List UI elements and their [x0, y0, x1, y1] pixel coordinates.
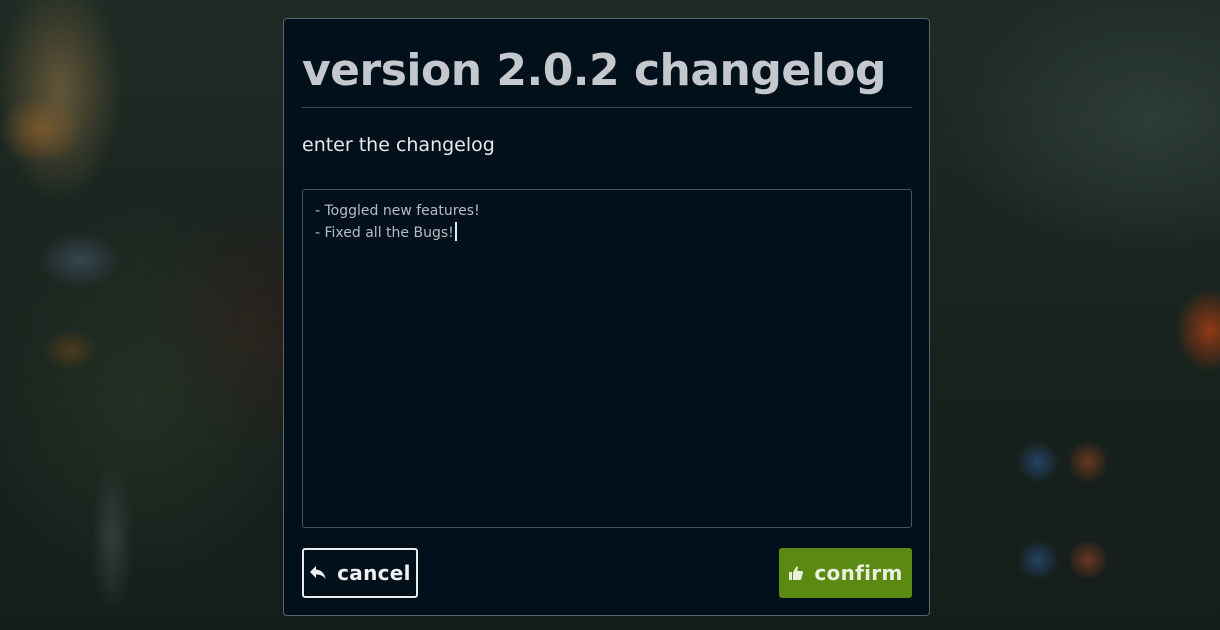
cancel-button[interactable]: cancel — [302, 548, 418, 598]
changelog-dialog: version 2.0.2 changelog enter the change… — [283, 18, 930, 616]
title-divider — [302, 107, 912, 108]
reply-arrow-icon — [309, 565, 327, 581]
dialog-title: version 2.0.2 changelog — [302, 45, 887, 96]
changelog-textarea[interactable]: - Toggled new features! - Fixed all the … — [302, 189, 912, 528]
changelog-prompt: enter the changelog — [302, 134, 495, 156]
changelog-line: - Toggled new features! — [315, 203, 480, 219]
confirm-label: confirm — [814, 561, 903, 585]
thumbs-up-icon — [788, 565, 804, 581]
cancel-label: cancel — [337, 561, 411, 585]
text-cursor — [454, 222, 457, 241]
changelog-line-text: - Fixed all the Bugs! — [315, 225, 454, 241]
confirm-button[interactable]: confirm — [779, 548, 912, 598]
changelog-line-last: - Fixed all the Bugs! — [315, 222, 899, 244]
